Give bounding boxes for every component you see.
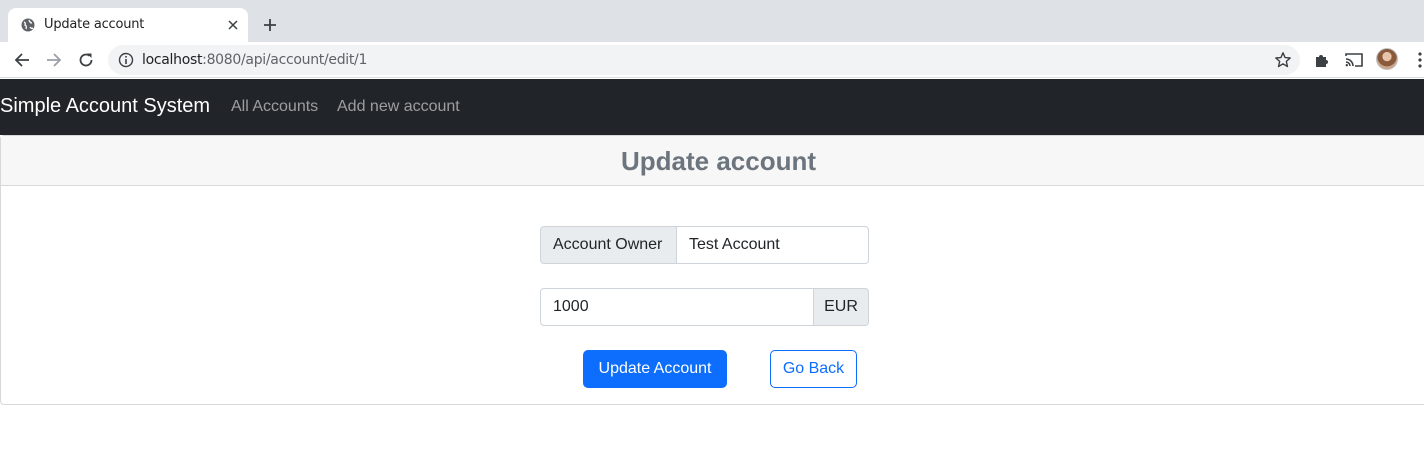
- profile-avatar[interactable]: [1376, 48, 1398, 70]
- amount-input[interactable]: [540, 288, 814, 326]
- amount-input-group: EUR: [540, 288, 869, 326]
- browser-tab[interactable]: Update account: [8, 8, 248, 42]
- owner-input[interactable]: [677, 226, 869, 264]
- close-icon[interactable]: [224, 16, 242, 34]
- app-navbar: Simple Account System All Accounts Add n…: [0, 79, 1424, 135]
- navbar-brand[interactable]: Simple Account System: [0, 95, 210, 118]
- cast-icon[interactable]: [1344, 50, 1364, 70]
- url-text: localhost:8080/api/account/edit/1: [142, 52, 367, 68]
- info-icon[interactable]: [118, 52, 134, 68]
- star-icon[interactable]: [1274, 51, 1292, 69]
- go-back-button[interactable]: Go Back: [770, 350, 857, 388]
- browser-toolbar: localhost:8080/api/account/edit/1: [0, 42, 1424, 78]
- tab-title: Update account: [44, 17, 145, 32]
- back-icon[interactable]: [10, 48, 34, 72]
- forward-icon[interactable]: [42, 48, 66, 72]
- page-title: Update account: [621, 146, 817, 176]
- url-host: localhost: [142, 52, 203, 68]
- reload-icon[interactable]: [74, 48, 98, 72]
- puzzle-icon[interactable]: [1312, 50, 1332, 70]
- browser-tabstrip: Update account: [0, 0, 1424, 42]
- url-path: :8080/api/account/edit/1: [202, 52, 368, 68]
- globe-icon: [21, 18, 35, 32]
- owner-input-group: Account Owner: [540, 226, 869, 264]
- nav-link-add-account[interactable]: Add new account: [337, 98, 460, 116]
- update-account-button[interactable]: Update Account: [583, 350, 727, 388]
- owner-label: Account Owner: [540, 226, 677, 264]
- new-tab-icon[interactable]: [258, 13, 282, 37]
- address-bar[interactable]: localhost:8080/api/account/edit/1: [108, 45, 1300, 75]
- menu-icon[interactable]: [1410, 50, 1424, 70]
- currency-label: EUR: [814, 288, 869, 326]
- nav-link-all-accounts[interactable]: All Accounts: [231, 98, 318, 116]
- card-header: Update account: [1, 136, 1424, 186]
